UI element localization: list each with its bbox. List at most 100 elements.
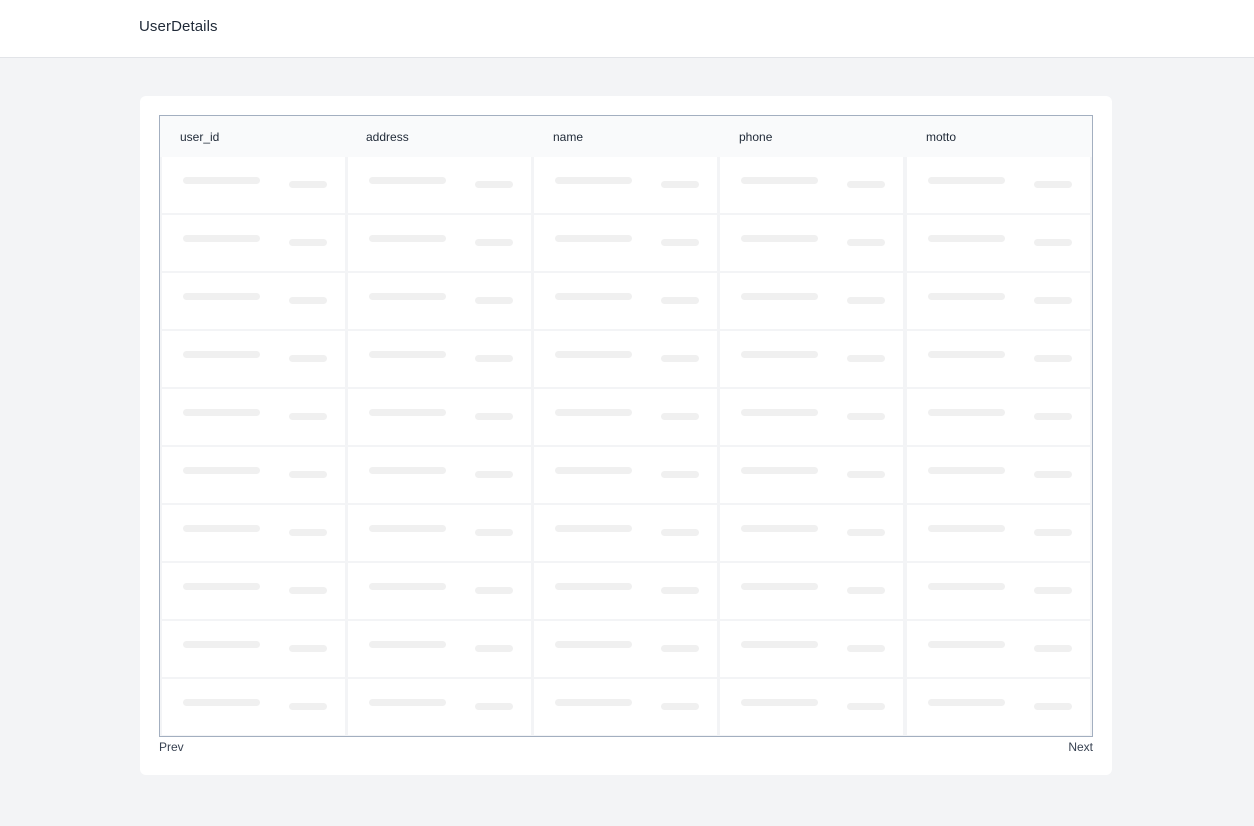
skeleton-bar-long (555, 293, 632, 300)
table-cell-skeleton (162, 447, 345, 503)
skeleton-bar-short (475, 471, 513, 478)
content-card: user_id address name phone motto Prev Ne… (140, 96, 1112, 775)
table-cell-skeleton (162, 273, 345, 329)
skeleton-bar-short (1034, 645, 1072, 652)
skeleton-bar-short (847, 587, 885, 594)
table-cell-skeleton (534, 563, 717, 619)
skeleton-bar-long (928, 699, 1005, 706)
skeleton-bar-long (741, 641, 818, 648)
table-cell-skeleton (348, 621, 531, 677)
table-cell-skeleton (907, 389, 1090, 445)
skeleton-bar-long (555, 409, 632, 416)
skeleton-bar-short (847, 413, 885, 420)
skeleton-bar-short (661, 703, 699, 710)
skeleton-bar-short (289, 413, 327, 420)
skeleton-bar-short (475, 297, 513, 304)
table-cell-skeleton (907, 215, 1090, 271)
table-cell-skeleton (348, 389, 531, 445)
skeleton-bar-long (741, 351, 818, 358)
skeleton-bar-long (741, 177, 818, 184)
skeleton-bar-long (555, 177, 632, 184)
table-cell-skeleton (907, 505, 1090, 561)
table-cell-skeleton (162, 331, 345, 387)
table-cell-skeleton (534, 215, 717, 271)
table-cell-skeleton (720, 505, 903, 561)
skeleton-bar-short (847, 297, 885, 304)
column-header-phone[interactable]: phone (739, 130, 772, 144)
skeleton-bar-short (661, 529, 699, 536)
skeleton-bar-short (289, 529, 327, 536)
skeleton-bar-long (928, 293, 1005, 300)
table-row (160, 273, 1092, 329)
skeleton-bar-short (475, 645, 513, 652)
column-header-motto[interactable]: motto (926, 130, 956, 144)
skeleton-bar-long (369, 699, 446, 706)
table-cell-skeleton (720, 621, 903, 677)
skeleton-bar-short (1034, 529, 1072, 536)
table-cell-skeleton (348, 563, 531, 619)
column-header-user-id[interactable]: user_id (180, 130, 219, 144)
skeleton-bar-short (847, 471, 885, 478)
table-row (160, 389, 1092, 445)
skeleton-bar-short (1034, 587, 1072, 594)
table-row (160, 157, 1092, 213)
skeleton-bar-long (741, 409, 818, 416)
skeleton-bar-short (661, 587, 699, 594)
skeleton-bar-long (741, 467, 818, 474)
skeleton-bar-long (183, 583, 260, 590)
table-cell-skeleton (162, 621, 345, 677)
table-header: user_id address name phone motto (160, 116, 1092, 157)
skeleton-bar-long (183, 351, 260, 358)
skeleton-bar-short (1034, 355, 1072, 362)
skeleton-bar-long (555, 641, 632, 648)
column-header-name[interactable]: name (553, 130, 583, 144)
table-cell-skeleton (907, 563, 1090, 619)
skeleton-bar-short (661, 181, 699, 188)
skeleton-bar-short (475, 181, 513, 188)
next-button[interactable]: Next (1068, 740, 1093, 754)
top-navbar: UserDetails (0, 0, 1254, 58)
skeleton-bar-short (847, 355, 885, 362)
skeleton-bar-long (555, 235, 632, 242)
skeleton-bar-short (1034, 181, 1072, 188)
skeleton-bar-long (183, 641, 260, 648)
skeleton-bar-short (289, 181, 327, 188)
column-header-address[interactable]: address (366, 130, 409, 144)
skeleton-bar-long (183, 177, 260, 184)
skeleton-bar-short (475, 413, 513, 420)
table-cell-skeleton (720, 331, 903, 387)
skeleton-bar-long (369, 525, 446, 532)
table-cell-skeleton (534, 505, 717, 561)
table-cell-skeleton (162, 563, 345, 619)
table-cell-skeleton (348, 273, 531, 329)
skeleton-bar-long (369, 235, 446, 242)
skeleton-bar-short (289, 645, 327, 652)
skeleton-bar-short (475, 239, 513, 246)
skeleton-bar-long (928, 351, 1005, 358)
table-cell-skeleton (348, 157, 531, 213)
table-row (160, 621, 1092, 677)
user-table: user_id address name phone motto (159, 115, 1093, 737)
table-cell-skeleton (907, 621, 1090, 677)
skeleton-bar-short (1034, 239, 1072, 246)
skeleton-bar-short (661, 645, 699, 652)
table-cell-skeleton (907, 273, 1090, 329)
page-title: UserDetails (139, 18, 218, 35)
skeleton-bar-short (289, 355, 327, 362)
skeleton-bar-short (847, 703, 885, 710)
skeleton-bar-long (183, 699, 260, 706)
table-cell-skeleton (907, 447, 1090, 503)
skeleton-bar-long (183, 235, 260, 242)
table-row (160, 563, 1092, 619)
skeleton-bar-short (289, 587, 327, 594)
skeleton-bar-short (289, 471, 327, 478)
table-cell-skeleton (162, 157, 345, 213)
skeleton-bar-short (661, 471, 699, 478)
skeleton-bar-short (661, 355, 699, 362)
table-cell-skeleton (534, 331, 717, 387)
table-row (160, 679, 1092, 735)
prev-button[interactable]: Prev (159, 740, 184, 754)
skeleton-bar-short (289, 703, 327, 710)
skeleton-bar-long (183, 467, 260, 474)
table-cell-skeleton (534, 389, 717, 445)
